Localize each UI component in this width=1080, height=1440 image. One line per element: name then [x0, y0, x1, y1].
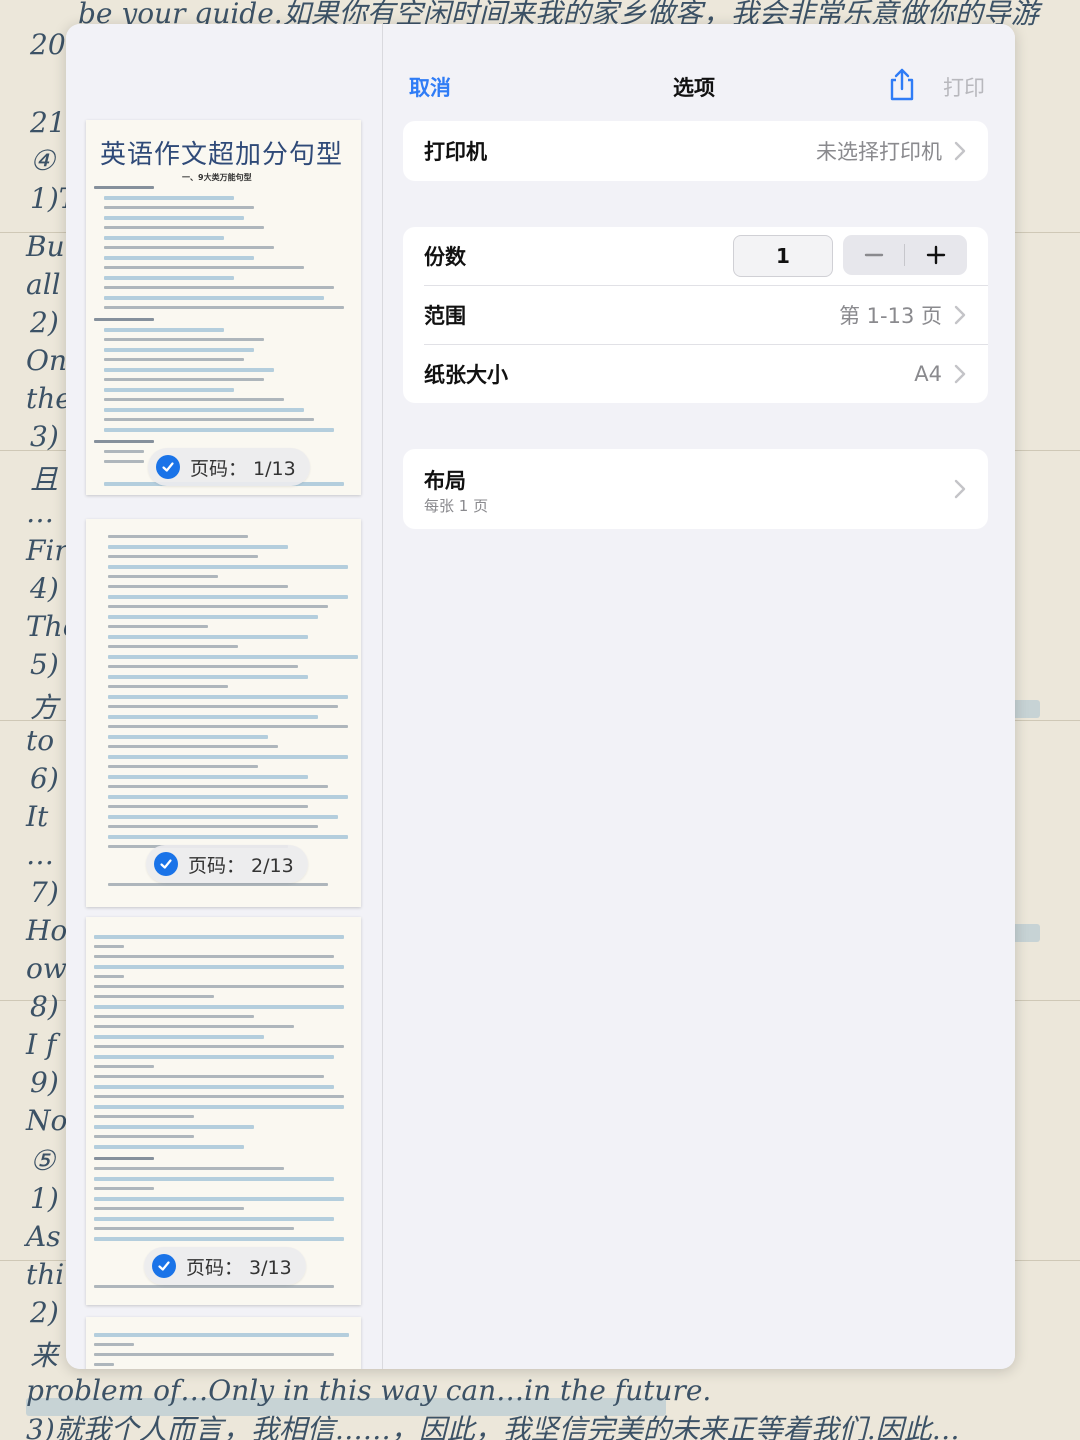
page-number-label: 页码： 1/13	[190, 457, 296, 480]
bg-margin-text: 5)	[30, 648, 59, 681]
bg-margin-text: As	[26, 1220, 61, 1253]
bg-margin-text: 4)	[30, 572, 59, 605]
bg-margin-text: ow	[26, 952, 67, 985]
chevron-right-icon	[954, 305, 966, 325]
copies-label: 份数	[424, 245, 466, 269]
bg-margin-text: 7)	[30, 876, 59, 909]
print-options-dialog: 英语作文超加分句型 一、9大类万能句型 页码： 1/13 页码： 2/13 页码…	[66, 24, 1015, 1369]
bg-bottom-line: problem of…Only in this way can…in the f…	[26, 1374, 712, 1407]
paper-size-label: 纸张大小	[424, 363, 508, 387]
bg-margin-text: the	[26, 382, 72, 415]
bg-margin-text: 来	[30, 1339, 59, 1372]
printer-label: 打印机	[424, 140, 487, 164]
bg-margin-text: On	[26, 344, 67, 377]
page-preview-list[interactable]: 英语作文超加分句型 一、9大类万能句型 页码： 1/13 页码： 2/13 页码…	[66, 24, 383, 1369]
page-thumbnail-1[interactable]: 英语作文超加分句型 一、9大类万能句型 页码： 1/13	[86, 120, 361, 495]
page-number-badge[interactable]: 页码： 3/13	[144, 1247, 306, 1285]
bg-margin-text: 8)	[30, 990, 59, 1023]
range-value: 第 1-13 页	[838, 304, 942, 328]
bg-margin-text: …	[26, 496, 54, 529]
paper-size-row[interactable]: 纸张大小 A4	[403, 345, 988, 403]
chevron-right-icon	[954, 364, 966, 384]
page-number-label: 页码： 2/13	[188, 854, 294, 877]
bg-margin-text: It	[26, 800, 49, 833]
bg-margin-text: 1)	[30, 1182, 59, 1215]
layout-subtitle: 每张 1 页	[424, 497, 489, 515]
page-thumbnail-title: 英语作文超加分句型	[100, 140, 344, 170]
chevron-right-icon	[954, 479, 966, 499]
copies-row: 份数 1	[403, 227, 988, 285]
print-settings-card: 份数 1 范围 第 1-13 页 纸张大小 A4	[403, 227, 988, 403]
bg-margin-text: 6)	[30, 762, 59, 795]
dialog-title: 选项	[673, 76, 715, 100]
printer-value: 未选择打印机	[816, 140, 942, 164]
increment-button[interactable]	[905, 235, 967, 275]
range-label: 范围	[424, 304, 466, 328]
layout-label: 布局	[424, 469, 466, 493]
bg-margin-text: …	[26, 838, 54, 871]
bg-margin-text: to	[26, 724, 55, 757]
bg-margin-text: ④	[30, 144, 56, 177]
checkmark-icon	[156, 455, 180, 479]
bg-margin-text: all	[26, 268, 61, 301]
bg-margin-text: thi	[26, 1258, 65, 1291]
bg-margin-text: No	[26, 1104, 68, 1137]
print-button[interactable]: 打印	[943, 72, 985, 102]
page-number-label: 页码： 3/13	[186, 1256, 292, 1279]
bg-margin-text: ⑤	[30, 1144, 56, 1177]
page-number-badge[interactable]: 页码： 2/13	[146, 845, 308, 883]
bg-margin-text: 20	[30, 28, 66, 61]
checkmark-icon	[154, 852, 178, 876]
decrement-button[interactable]	[843, 235, 905, 275]
range-row[interactable]: 范围 第 1-13 页	[403, 286, 988, 344]
bg-margin-text: 2)	[30, 1296, 59, 1329]
bg-margin-text: 3)	[30, 420, 59, 453]
bg-margin-text: I f	[26, 1028, 57, 1061]
layout-card[interactable]: 布局 每张 1 页	[403, 449, 988, 529]
share-icon[interactable]	[887, 68, 917, 102]
checkmark-icon	[152, 1254, 176, 1278]
page-number-badge[interactable]: 页码： 1/13	[148, 448, 310, 486]
bg-margin-text: Fir	[26, 534, 68, 567]
bg-margin-text: 且	[30, 463, 59, 496]
copies-field[interactable]: 1	[733, 235, 833, 277]
bg-margin-text: 方	[30, 691, 59, 724]
printer-row[interactable]: 打印机 未选择打印机	[403, 122, 988, 180]
plus-icon	[926, 245, 946, 265]
bg-bottom-line: 3)就我个人而言，我相信……，因此，我坚信完美的未来正等着我们.因此…	[26, 1413, 960, 1440]
page-thumbnail-2[interactable]: 页码： 2/13	[86, 519, 361, 907]
copies-stepper[interactable]	[843, 235, 967, 275]
bg-margin-text: 9)	[30, 1066, 59, 1099]
minus-icon	[864, 253, 884, 257]
printer-card: 打印机 未选择打印机	[403, 121, 988, 181]
page-thumbnail-3[interactable]: 页码： 3/13	[86, 917, 361, 1305]
paper-size-value: A4	[914, 362, 942, 386]
bg-margin-text: 2)	[30, 306, 59, 339]
page-thumbnail-4[interactable]	[86, 1317, 361, 1369]
print-options-panel: 取消 选项 打印 打印机 未选择打印机 份数 1 范围 第 1-13 页 纸张大…	[383, 24, 1015, 1369]
page-thumbnail-subtitle: 一、9大类万能句型	[182, 173, 252, 182]
bg-margin-text: Ho	[26, 914, 68, 947]
chevron-right-icon	[954, 141, 966, 161]
